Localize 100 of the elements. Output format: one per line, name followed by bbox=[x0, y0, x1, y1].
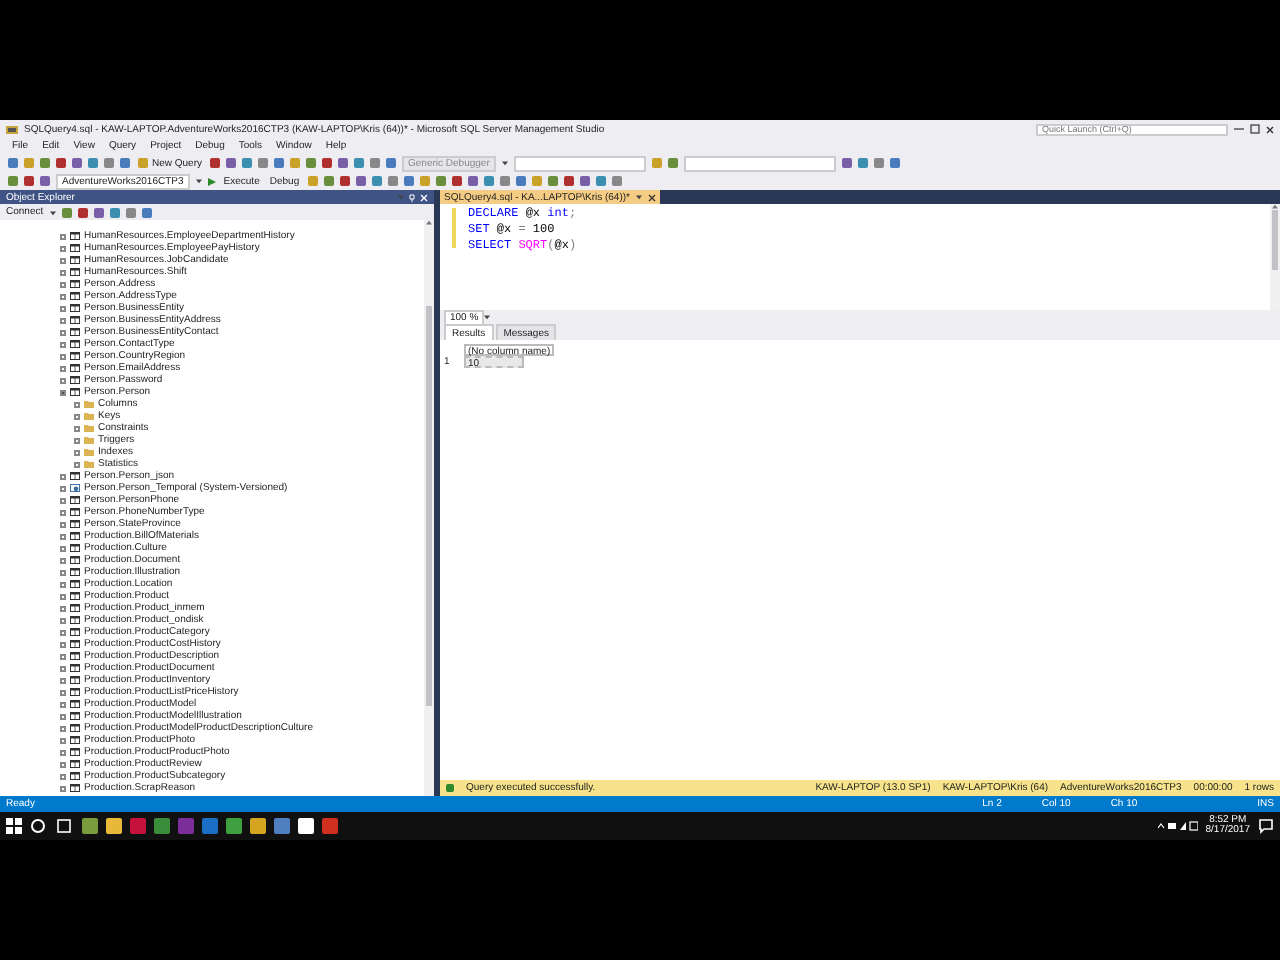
table-icon bbox=[70, 364, 80, 372]
expand-toggle[interactable] bbox=[60, 773, 66, 779]
expand-toggle[interactable] bbox=[60, 473, 66, 479]
table-icon bbox=[70, 232, 80, 240]
minimize-icon[interactable] bbox=[1234, 124, 1244, 134]
expand-toggle[interactable] bbox=[60, 245, 66, 251]
expand-toggle[interactable] bbox=[60, 497, 66, 503]
expand-toggle[interactable] bbox=[60, 293, 66, 299]
caret-icon[interactable] bbox=[195, 178, 202, 184]
pin-icon[interactable] bbox=[408, 193, 416, 201]
table-icon bbox=[70, 568, 80, 576]
table-icon bbox=[70, 388, 80, 396]
table-icon bbox=[70, 772, 80, 780]
expand-toggle[interactable] bbox=[60, 665, 66, 671]
table-icon bbox=[70, 760, 80, 768]
table-icon bbox=[70, 472, 80, 480]
table-icon bbox=[70, 676, 80, 684]
expand-toggle[interactable] bbox=[60, 653, 66, 659]
expand-toggle[interactable] bbox=[60, 341, 66, 347]
expand-toggle[interactable] bbox=[60, 749, 66, 755]
expand-toggle[interactable] bbox=[60, 545, 66, 551]
table-icon bbox=[70, 712, 80, 720]
expand-toggle[interactable] bbox=[74, 401, 80, 407]
caret-icon[interactable] bbox=[636, 194, 642, 200]
expand-toggle[interactable] bbox=[60, 701, 66, 707]
table-icon bbox=[70, 700, 80, 708]
table-icon bbox=[70, 604, 80, 612]
table-icon bbox=[70, 496, 80, 504]
table-icon bbox=[70, 736, 80, 744]
table-icon bbox=[70, 556, 80, 564]
table-icon bbox=[70, 280, 80, 288]
expand-toggle[interactable] bbox=[60, 581, 66, 587]
expand-toggle[interactable] bbox=[60, 677, 66, 683]
expand-toggle[interactable] bbox=[60, 329, 66, 335]
table-icon bbox=[70, 352, 80, 360]
scrollbar[interactable] bbox=[1270, 204, 1280, 310]
expand-toggle[interactable] bbox=[60, 233, 66, 239]
expand-toggle[interactable] bbox=[60, 257, 66, 263]
expand-toggle[interactable] bbox=[60, 713, 66, 719]
expand-toggle[interactable] bbox=[60, 377, 66, 383]
table-icon bbox=[70, 520, 80, 528]
expand-toggle[interactable] bbox=[60, 725, 66, 731]
table-icon bbox=[70, 688, 80, 696]
windows-icon[interactable] bbox=[6, 818, 22, 834]
expand-toggle[interactable] bbox=[60, 353, 66, 359]
expand-toggle[interactable] bbox=[74, 437, 80, 443]
success-icon bbox=[446, 784, 454, 792]
expand-toggle[interactable] bbox=[60, 785, 66, 791]
expand-toggle[interactable] bbox=[60, 365, 66, 371]
expand-toggle[interactable] bbox=[74, 413, 80, 419]
maximize-icon[interactable] bbox=[1250, 124, 1260, 134]
expand-toggle[interactable] bbox=[60, 317, 66, 323]
table-icon bbox=[70, 592, 80, 600]
expand-toggle[interactable] bbox=[60, 533, 66, 539]
expand-toggle[interactable] bbox=[60, 593, 66, 599]
table-icon bbox=[70, 628, 80, 636]
table-icon bbox=[70, 376, 80, 384]
expand-toggle[interactable] bbox=[60, 389, 66, 395]
expand-toggle[interactable] bbox=[60, 509, 66, 515]
expand-toggle[interactable] bbox=[60, 485, 66, 491]
tray-icons[interactable] bbox=[1157, 820, 1198, 832]
table-icon bbox=[70, 664, 80, 672]
expand-toggle[interactable] bbox=[74, 449, 80, 455]
app-logo-icon bbox=[6, 123, 18, 135]
caret-icon[interactable] bbox=[484, 314, 491, 320]
expand-toggle[interactable] bbox=[60, 569, 66, 575]
table-icon bbox=[70, 328, 80, 336]
scrollbar[interactable] bbox=[424, 220, 434, 796]
table-icon bbox=[70, 268, 80, 276]
table-icon bbox=[70, 652, 80, 660]
close-icon[interactable] bbox=[648, 193, 656, 201]
play-icon[interactable] bbox=[207, 177, 216, 185]
expand-toggle[interactable] bbox=[60, 521, 66, 527]
table-icon bbox=[70, 724, 80, 732]
table-icon bbox=[70, 508, 80, 516]
expand-toggle[interactable] bbox=[60, 269, 66, 275]
expand-toggle[interactable] bbox=[60, 617, 66, 623]
expand-toggle[interactable] bbox=[60, 605, 66, 611]
close-icon[interactable] bbox=[1266, 125, 1274, 133]
expand-toggle[interactable] bbox=[60, 557, 66, 563]
table-icon bbox=[70, 340, 80, 348]
table-icon bbox=[70, 532, 80, 540]
caret-icon[interactable] bbox=[501, 160, 508, 166]
search-icon[interactable] bbox=[30, 818, 46, 834]
table-icon bbox=[70, 748, 80, 756]
notification-icon[interactable] bbox=[1258, 818, 1274, 834]
caret-icon[interactable] bbox=[49, 209, 56, 215]
expand-toggle[interactable] bbox=[60, 629, 66, 635]
expand-toggle[interactable] bbox=[60, 641, 66, 647]
expand-toggle[interactable] bbox=[60, 737, 66, 743]
table-icon bbox=[70, 316, 80, 324]
table-icon bbox=[70, 580, 80, 588]
task-view-icon[interactable] bbox=[54, 818, 74, 834]
expand-toggle[interactable] bbox=[60, 281, 66, 287]
expand-toggle[interactable] bbox=[74, 461, 80, 467]
expand-toggle[interactable] bbox=[60, 689, 66, 695]
expand-toggle[interactable] bbox=[74, 425, 80, 431]
expand-toggle[interactable] bbox=[60, 761, 66, 767]
expand-toggle[interactable] bbox=[60, 305, 66, 311]
table-icon bbox=[70, 616, 80, 624]
